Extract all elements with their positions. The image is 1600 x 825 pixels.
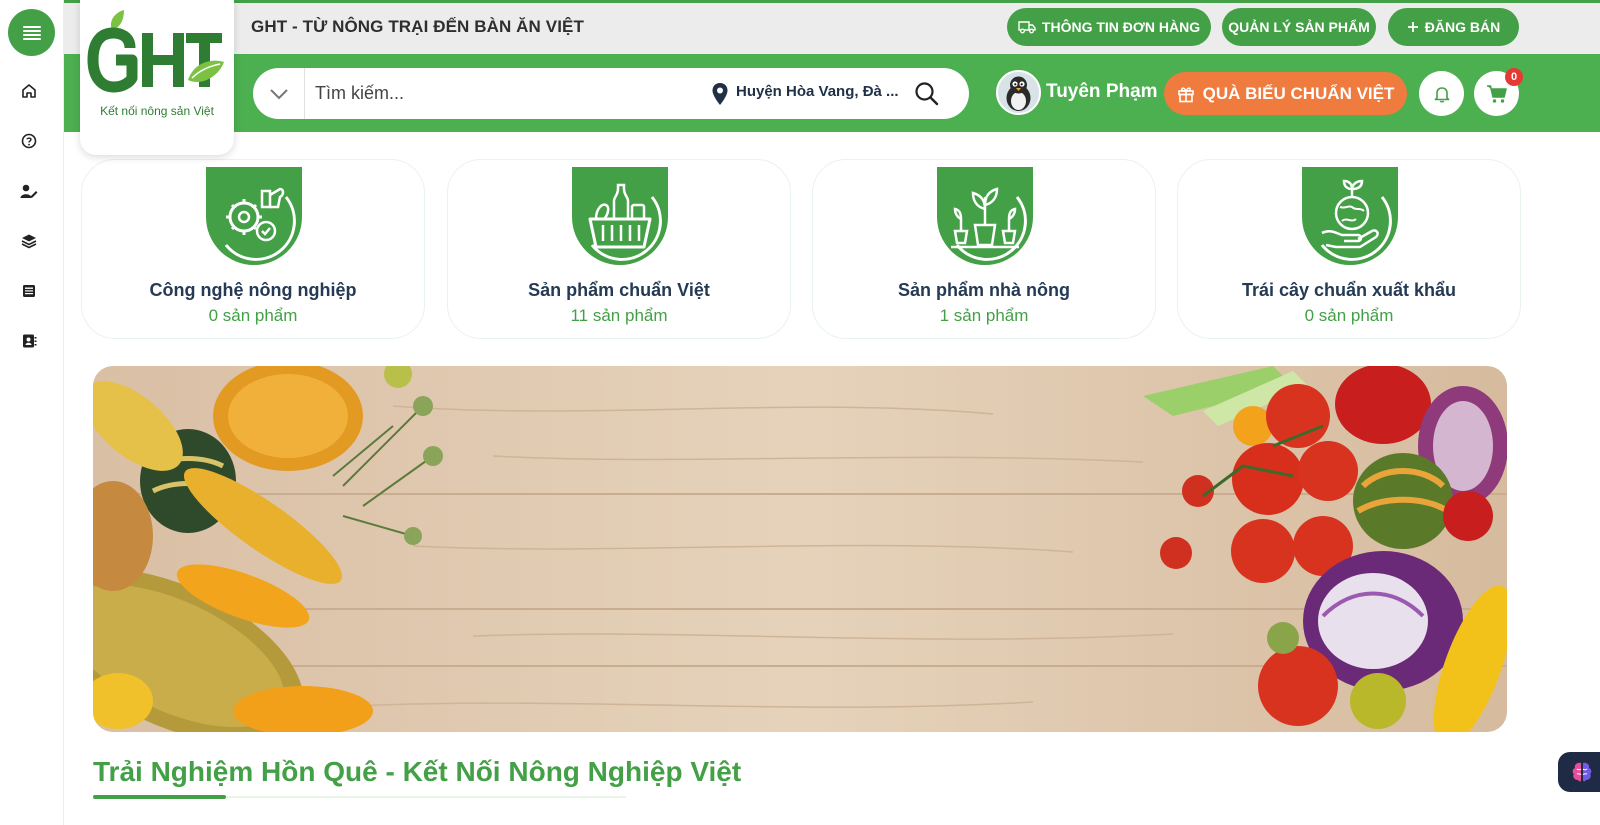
site-title: GHT - TỪ NÔNG TRẠI ĐẾN BÀN ĂN VIỆT (251, 17, 584, 36)
order-info-label: THÔNG TIN ĐƠN HÀNG (1041, 19, 1201, 35)
news-icon (23, 285, 35, 297)
chevron-down-icon (269, 88, 288, 99)
top-bar: GHT - TỪ NÔNG TRẠI ĐẾN BÀN ĂN VIỆT THÔNG… (64, 0, 1600, 54)
gift-products-button[interactable]: QUÀ BIẾU CHUẨN VIỆT (1164, 72, 1407, 115)
category-card-export-fruit[interactable]: Trái cây chuẩn xuất khẩu 0 sản phẩm (1177, 159, 1521, 339)
gift-products-label: QUÀ BIẾU CHUẨN VIỆT (1202, 83, 1395, 103)
ght-logo-icon (87, 10, 224, 93)
location-pin-icon (712, 83, 728, 105)
cart-count-badge: 0 (1505, 68, 1523, 86)
cart-icon (1486, 84, 1507, 103)
sidebar-item-help[interactable] (18, 130, 40, 152)
home-icon (22, 84, 36, 98)
category-count: 11 sản phẩm (570, 306, 668, 325)
hamburger-icon (22, 25, 41, 40)
post-sale-label: ĐĂNG BÁN (1424, 19, 1501, 35)
user-name[interactable]: Tuyên Phạm (1046, 81, 1158, 103)
bell-icon (1434, 86, 1449, 102)
sidebar-item-home[interactable] (18, 80, 40, 102)
category-card-agri-tech[interactable]: Công nghệ nông nghiệp 0 sản phẩm (81, 159, 425, 339)
category-count: 0 sản phẩm (1304, 306, 1394, 325)
layers-icon (21, 234, 37, 249)
brain-icon (1572, 762, 1592, 782)
plants-icon (937, 167, 1033, 265)
logo-tagline: Kết nối nông sản Việt (100, 104, 214, 118)
category-count: 1 sản phẩm (939, 306, 1029, 325)
category-count: 0 sản phẩm (208, 306, 298, 325)
menu-button[interactable] (8, 9, 55, 56)
category-title: Sản phẩm chuẩn Việt (528, 280, 710, 300)
globe-hand-icon (1302, 167, 1398, 265)
user-edit-icon (20, 184, 38, 198)
location-selector[interactable]: Huyện Hòa Vang, Đà ... (736, 83, 899, 100)
left-sidebar (0, 0, 64, 825)
category-card-farmer-products[interactable]: Sản phẩm nhà nông 1 sản phẩm (812, 159, 1156, 339)
section-underline (93, 795, 226, 799)
search-button[interactable] (913, 80, 941, 108)
sidebar-item-layers[interactable] (18, 230, 40, 252)
category-title: Trái cây chuẩn xuất khẩu (1241, 280, 1457, 300)
help-circle-icon (21, 133, 37, 149)
manage-products-label: QUẢN LÝ SẢN PHẨM (1228, 19, 1370, 35)
penguin-avatar-icon (998, 72, 1039, 113)
cart-button[interactable]: 0 (1474, 68, 1523, 116)
truck-icon (1018, 21, 1036, 34)
basket-icon (572, 167, 668, 265)
sidebar-item-contacts[interactable] (18, 330, 40, 352)
sidebar-item-user-edit[interactable] (18, 180, 40, 202)
site-logo[interactable]: Kết nối nông sản Việt (80, 0, 234, 155)
search-icon (915, 82, 939, 106)
section-underline-light (226, 796, 626, 798)
post-sale-button[interactable]: ĐĂNG BÁN (1388, 8, 1519, 46)
notifications-button[interactable] (1419, 71, 1464, 116)
category-card-vietnam-standard[interactable]: Sản phẩm chuẩn Việt 11 sản phẩm (447, 159, 791, 339)
hero-banner (93, 366, 1507, 732)
ai-assistant-button[interactable] (1558, 752, 1600, 792)
sidebar-item-news[interactable] (18, 280, 40, 302)
vegetables-banner-image (93, 366, 1507, 732)
plus-icon (1407, 22, 1418, 32)
search-input[interactable] (315, 78, 685, 109)
section-title: Trải Nghiệm Hồn Quê - Kết Nối Nông Nghiệ… (93, 756, 742, 787)
avatar[interactable] (996, 70, 1041, 115)
search-box: Huyện Hòa Vang, Đà ... (253, 68, 969, 119)
category-title: Sản phẩm nhà nông (897, 280, 1070, 300)
manage-products-button[interactable]: QUẢN LÝ SẢN PHẨM (1222, 8, 1376, 46)
search-bar-area: Huyện Hòa Vang, Đà ... Tuyên Phạm QUÀ BI… (64, 54, 1600, 132)
page: GHT - TỪ NÔNG TRẠI ĐẾN BÀN ĂN VIỆT THÔNG… (0, 0, 1600, 825)
agri-tech-icon (206, 167, 302, 265)
contact-book-icon (23, 334, 37, 348)
category-title: Công nghệ nông nghiệp (149, 280, 357, 300)
category-dropdown[interactable] (253, 68, 305, 119)
order-info-button[interactable]: THÔNG TIN ĐƠN HÀNG (1007, 8, 1211, 46)
gift-icon (1177, 86, 1194, 102)
